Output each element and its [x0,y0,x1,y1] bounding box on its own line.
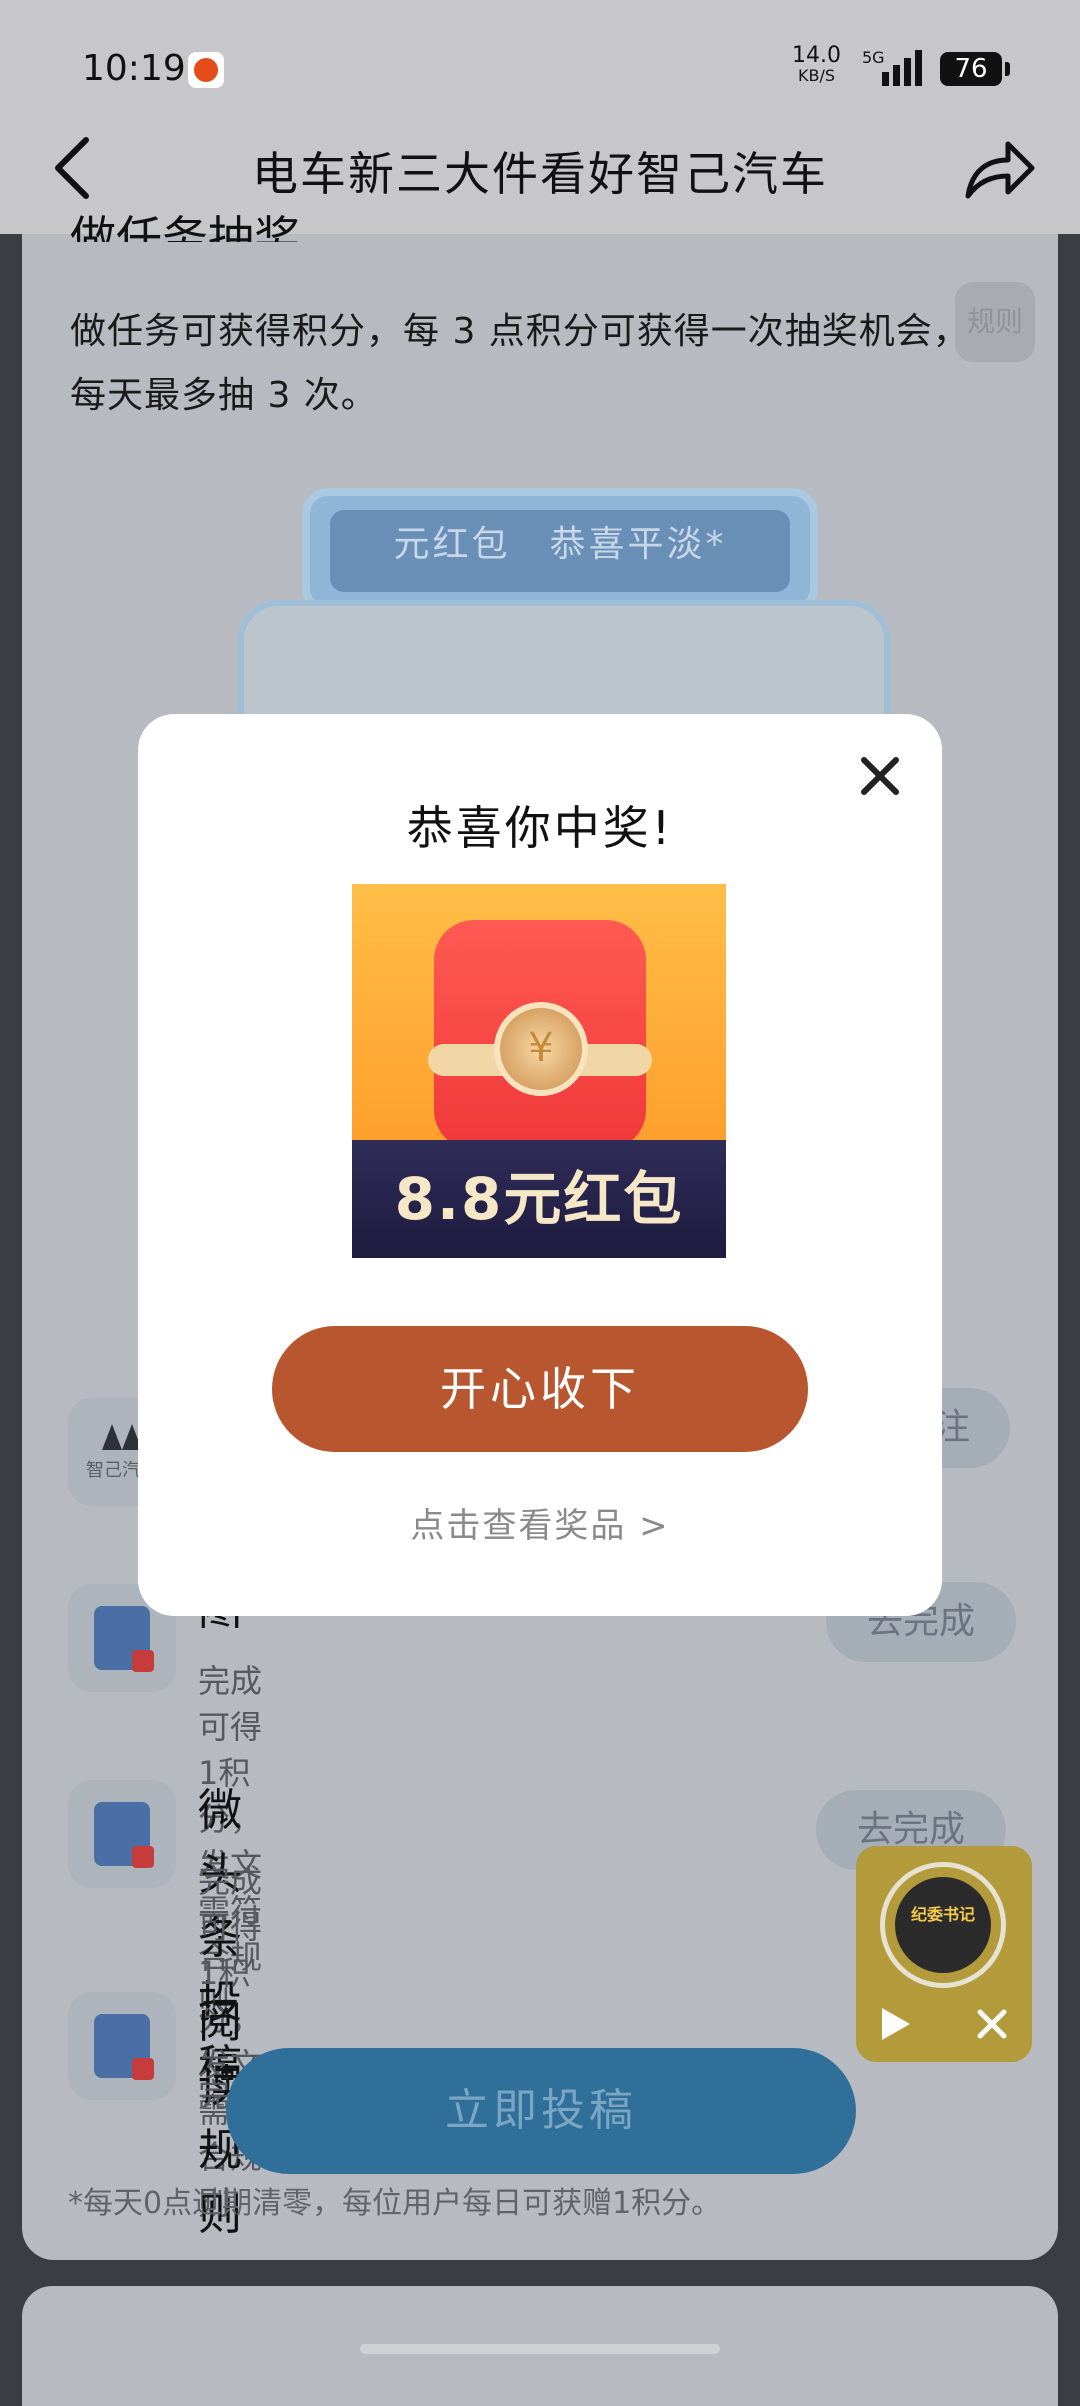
coin-icon: ¥ [494,1002,588,1096]
accept-prize-button[interactable]: 开心收下 [272,1326,808,1452]
view-prize-link[interactable]: 点击查看奖品 > [138,1498,942,1547]
prize-image: ¥ 8.8元红包 [352,884,726,1258]
prize-dialog: 恭喜你中奖! ¥ 8.8元红包 开心收下 点击查看奖品 > [138,714,942,1616]
dialog-title: 恭喜你中奖! [406,801,674,855]
prize-label: 8.8元红包 [352,1140,726,1258]
screen: 10:19 14.0 KB/S 5G 76 电车新三大件看好智己汽车 做任务抽奖… [0,0,1080,2406]
red-envelope-icon: ¥ [428,920,652,1150]
